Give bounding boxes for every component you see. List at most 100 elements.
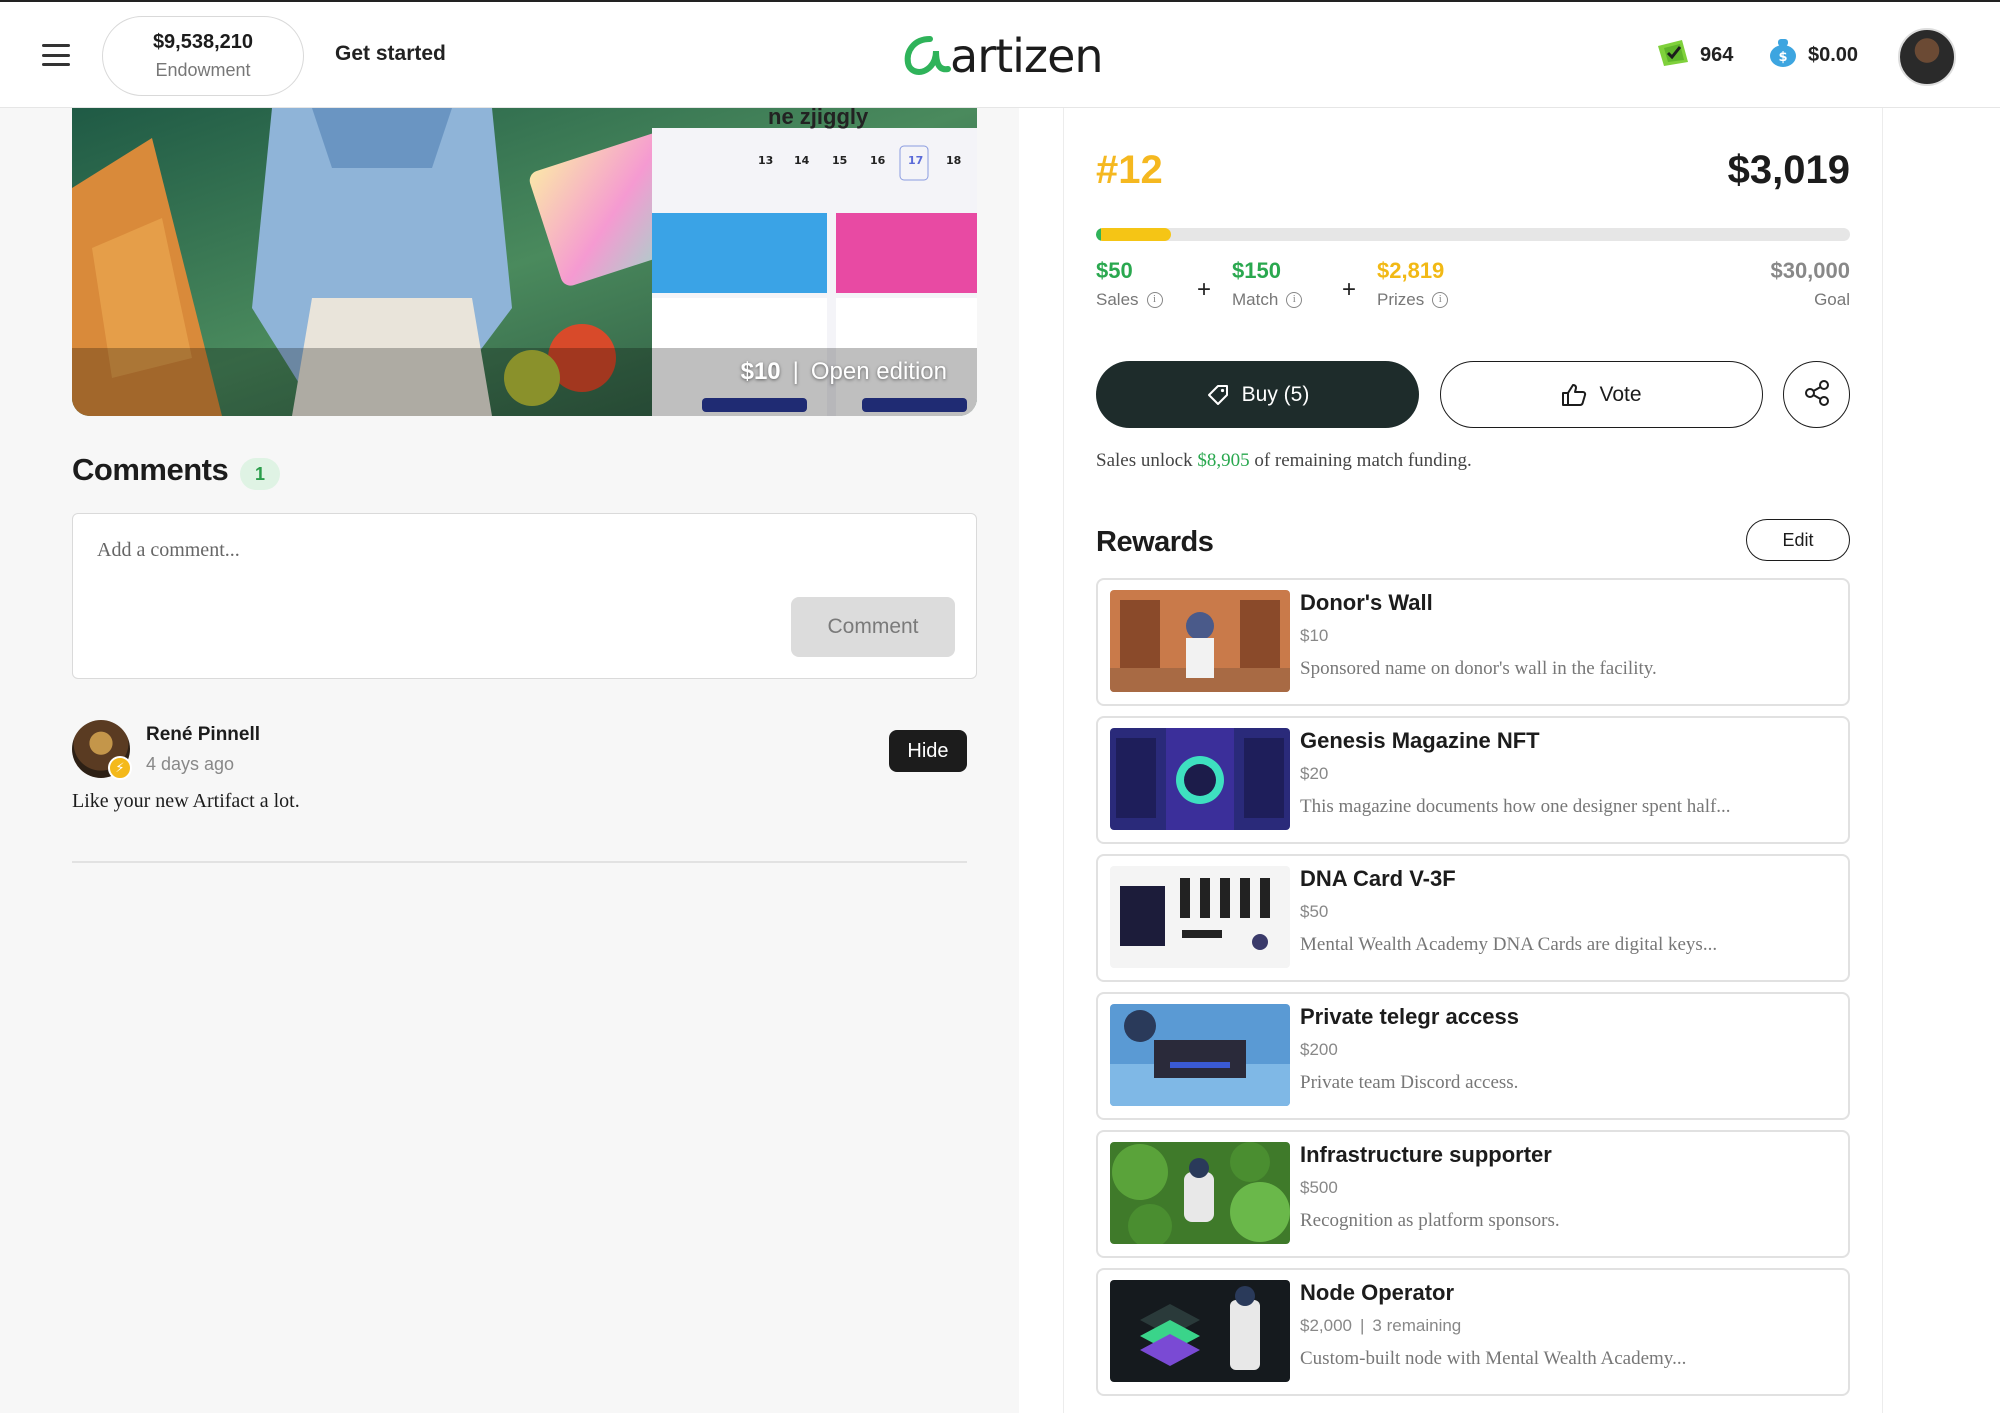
- comment-divider: [72, 861, 967, 863]
- goal-amount: $30,000: [1770, 258, 1850, 283]
- goal-stat: $30,000 Goal: [1770, 258, 1850, 310]
- unlock-suffix: of remaining match funding.: [1254, 450, 1472, 471]
- balance-amount: $0.00: [1808, 43, 1859, 66]
- reward-thumbnail: [1110, 1004, 1290, 1106]
- edit-rewards-button[interactable]: Edit: [1746, 519, 1850, 561]
- votes-counter[interactable]: 964: [1656, 36, 1733, 74]
- buy-button[interactable]: Buy (5): [1096, 361, 1419, 428]
- artifact-image[interactable]: 13 14 15 16 17 18 $10 | Open edition: [72, 108, 977, 416]
- sales-stat: $50 Sales i: [1096, 258, 1163, 310]
- reward-description: Recognition as platform sponsors.: [1300, 1210, 1560, 1231]
- vote-button[interactable]: Vote: [1440, 361, 1763, 428]
- artizen-logo-icon: [904, 36, 951, 75]
- thumbs-up-icon: [1561, 383, 1587, 407]
- endowment-pill[interactable]: $9,538,210 Endowment: [102, 16, 304, 96]
- balance-counter[interactable]: $ $0.00: [1768, 36, 1858, 74]
- get-started-link[interactable]: Get started: [335, 42, 446, 66]
- project-total-raised: $3,019: [1727, 148, 1850, 192]
- match-unlock-note: Sales unlock $8,905 of remaining match f…: [1096, 450, 1472, 472]
- top-bar: $9,538,210 Endowment Get started artizen…: [0, 0, 2000, 108]
- comment-text: Like your new Artifact a lot.: [72, 790, 300, 812]
- reward-description: Custom-built node with Mental Wealth Aca…: [1300, 1348, 1687, 1369]
- info-icon[interactable]: i: [1286, 292, 1303, 308]
- reward-remaining: 3 remaining: [1372, 1316, 1462, 1335]
- votes-count: 964: [1700, 43, 1734, 66]
- comment-timestamp: 4 days ago: [146, 754, 235, 774]
- sales-amount: $50: [1096, 258, 1133, 283]
- reward-thumbnail: [1110, 866, 1290, 968]
- svg-text:$: $: [1778, 50, 1787, 65]
- svg-text:14: 14: [794, 154, 810, 167]
- comment-submit-button[interactable]: Comment: [791, 597, 955, 657]
- reward-card[interactable]: DNA Card V-3F $50 Mental Wealth Academy …: [1096, 854, 1850, 982]
- logo-text: artizen: [950, 29, 1104, 83]
- buy-label: Buy (5): [1241, 382, 1310, 406]
- match-stat: $150 Match i: [1232, 258, 1303, 310]
- endowment-label: Endowment: [155, 60, 251, 80]
- money-bag-icon: $: [1768, 36, 1798, 74]
- comments-heading: Comments: [72, 452, 229, 487]
- reward-price: $200: [1300, 1040, 1338, 1059]
- reward-thumbnail: [1110, 1280, 1290, 1382]
- svg-text:15: 15: [832, 154, 847, 167]
- reward-title: DNA Card V-3F: [1300, 866, 1456, 891]
- reward-title: Genesis Magazine NFT: [1300, 728, 1540, 753]
- reward-price-line: $2,000 | 3 remaining: [1300, 1316, 1461, 1336]
- svg-text:18: 18: [946, 154, 961, 167]
- prizes-stat: $2,819 Prizes i: [1377, 258, 1449, 310]
- unlock-prefix: Sales unlock: [1096, 450, 1193, 471]
- commenter-name[interactable]: René Pinnell: [146, 724, 260, 746]
- artifact-price: $10: [740, 358, 781, 385]
- rewards-heading: Rewards: [1096, 526, 1214, 558]
- match-amount: $150: [1232, 258, 1281, 283]
- reward-thumbnail: [1110, 590, 1290, 692]
- reward-title: Node Operator: [1300, 1280, 1455, 1305]
- reward-description: Private team Discord access.: [1300, 1072, 1519, 1093]
- user-avatar[interactable]: [1898, 28, 1956, 86]
- reward-price: $50: [1300, 902, 1329, 921]
- comments-count-badge: 1: [240, 458, 280, 490]
- svg-text:17: 17: [908, 154, 923, 167]
- hide-comment-button[interactable]: Hide: [889, 730, 967, 772]
- reward-thumbnail: [1110, 728, 1290, 830]
- funding-progress-fill: [1096, 228, 1172, 241]
- price-tag-icon: [1206, 383, 1230, 407]
- reward-description: Sponsored name on donor's wall in the fa…: [1300, 658, 1657, 679]
- reward-price: $20: [1300, 764, 1329, 783]
- price-separator: |: [792, 358, 799, 385]
- artizen-logo[interactable]: artizen: [900, 28, 1104, 84]
- prizes-amount: $2,819: [1377, 258, 1445, 283]
- plus-sign: +: [1197, 276, 1212, 303]
- reward-card[interactable]: Node Operator $2,000 | 3 remaining Custom-…: [1096, 1268, 1850, 1396]
- reward-card[interactable]: Genesis Magazine NFT $20 This magazine d…: [1096, 716, 1850, 844]
- reward-title: Private telegr access: [1300, 1004, 1519, 1029]
- endowment-amount: $9,538,210: [152, 31, 254, 53]
- share-button[interactable]: [1783, 361, 1850, 428]
- funding-progress-bar: [1096, 228, 1850, 241]
- comment-input[interactable]: [97, 530, 797, 570]
- artifact-edition: Open edition: [810, 358, 947, 385]
- reward-price: $10: [1300, 626, 1329, 645]
- reward-title: Infrastructure supporter: [1300, 1142, 1552, 1167]
- prizes-label: Prizes: [1377, 290, 1425, 309]
- reward-thumbnail: [1110, 1142, 1290, 1244]
- vote-ticket-icon: [1656, 36, 1690, 74]
- svg-text:16: 16: [870, 154, 886, 167]
- lightning-badge-icon: ⚡: [108, 756, 132, 780]
- match-label: Match: [1232, 290, 1279, 309]
- svg-text:13: 13: [758, 154, 773, 167]
- price-separator: |: [1360, 1316, 1365, 1335]
- reward-card[interactable]: Private telegr access $200 Private team …: [1096, 992, 1850, 1120]
- comment-composer: Comment: [72, 513, 977, 679]
- project-rank: #12: [1096, 148, 1163, 192]
- reward-description: Mental Wealth Academy DNA Cards are digi…: [1300, 934, 1718, 955]
- info-icon[interactable]: i: [1432, 292, 1449, 308]
- hamburger-menu-icon[interactable]: [42, 44, 70, 66]
- reward-price: $2,000: [1300, 1316, 1352, 1335]
- plus-sign: +: [1342, 276, 1357, 303]
- vote-label: Vote: [1599, 382, 1642, 406]
- reward-card[interactable]: Infrastructure supporter $500 Recognitio…: [1096, 1130, 1850, 1258]
- info-icon[interactable]: i: [1146, 292, 1163, 308]
- reward-card[interactable]: Donor's Wall $10 Sponsored name on donor…: [1096, 578, 1850, 706]
- reward-title: Donor's Wall: [1300, 590, 1433, 615]
